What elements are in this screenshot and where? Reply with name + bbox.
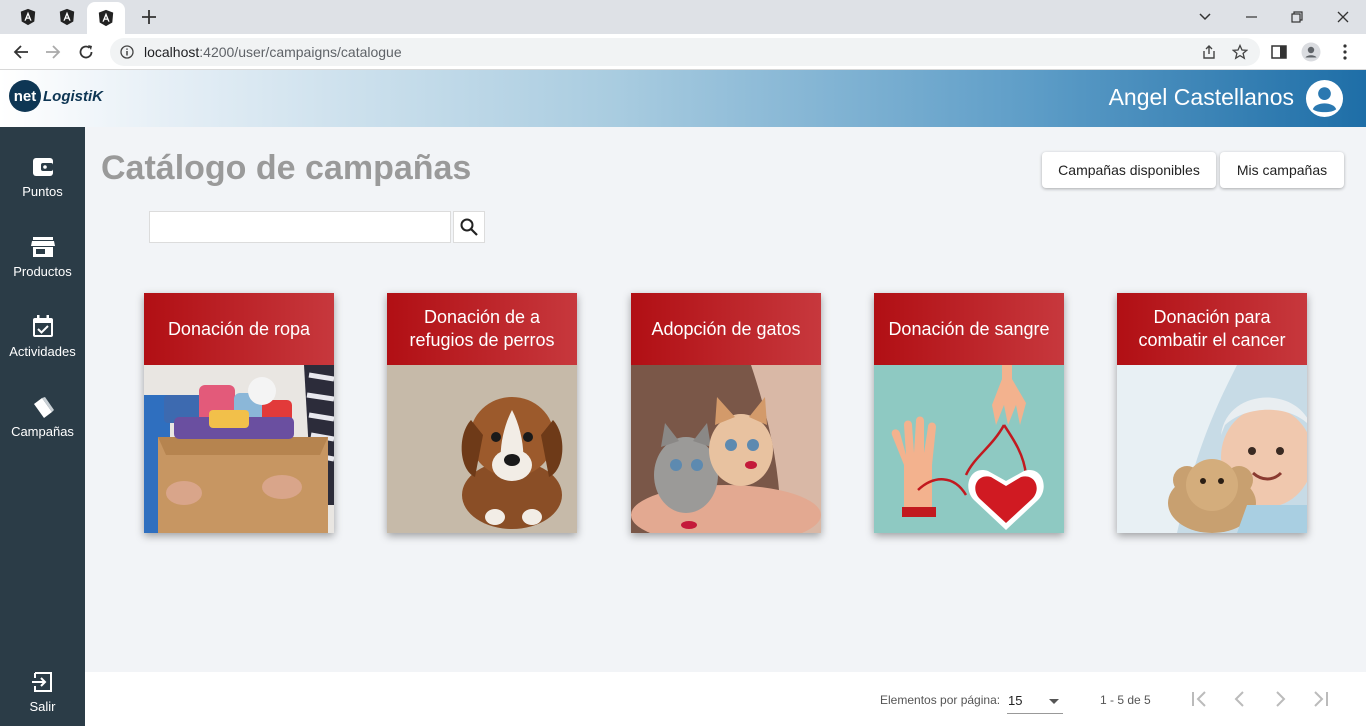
side-panel-icon — [1271, 45, 1287, 59]
chevron-left-icon — [1234, 691, 1244, 707]
plus-icon — [142, 10, 156, 24]
share-icon — [1203, 45, 1215, 59]
campaign-card-title: Donación de ropa — [144, 293, 334, 365]
previous-page-button[interactable] — [1228, 687, 1252, 711]
items-per-page-value: 15 — [1008, 693, 1023, 708]
store-icon — [30, 237, 55, 257]
url-field[interactable]: localhost:4200/user/campaigns/catalogue — [110, 38, 1260, 66]
search-icon — [460, 218, 478, 236]
more-vert-icon — [1343, 44, 1347, 60]
restore-button[interactable] — [1274, 0, 1320, 34]
user-name: Angel Castellanos — [1108, 84, 1294, 110]
logout-button[interactable]: Salir — [0, 669, 85, 726]
reload-icon — [79, 45, 93, 59]
side-panel-button[interactable] — [1268, 42, 1290, 62]
available-campaigns-button[interactable]: Campañas disponibles — [1042, 152, 1216, 188]
profile-button[interactable] — [1300, 42, 1322, 62]
puppy-image — [387, 365, 577, 533]
campaign-card[interactable]: Adopción de gatos — [631, 293, 821, 533]
arrow-left-icon — [13, 45, 28, 59]
info-icon[interactable] — [120, 45, 134, 59]
back-button[interactable] — [8, 40, 34, 64]
wallet-icon — [32, 158, 53, 176]
next-page-button[interactable] — [1268, 687, 1292, 711]
sidebar-item-actividades[interactable]: Actividades — [0, 314, 85, 374]
url-path: :4200/user/campaigns/catalogue — [199, 44, 402, 60]
browser-menu-button[interactable] — [1334, 42, 1356, 62]
sidebar: Puntos Productos Actividades Campañas Sa… — [0, 127, 85, 726]
logo-text: LogistiK — [43, 87, 103, 105]
campaign-card[interactable]: Donación de sangre — [874, 293, 1064, 533]
restore-icon — [1291, 11, 1303, 23]
new-tab-button[interactable] — [136, 4, 162, 30]
url-host: localhost — [144, 44, 200, 60]
minimize-button[interactable] — [1228, 0, 1274, 34]
campaign-card-title: Donación de sangre — [874, 293, 1064, 365]
arrow-right-icon — [46, 45, 61, 59]
app-logo[interactable]: net LogistiK — [9, 80, 103, 112]
campaign-card[interactable]: Donación de ropa — [144, 293, 334, 533]
logo-badge: net — [9, 80, 41, 112]
last-page-button[interactable] — [1308, 687, 1332, 711]
browser-tab[interactable] — [48, 0, 86, 34]
first-page-button[interactable] — [1188, 687, 1212, 711]
campaign-card-title: Adopción de gatos — [631, 293, 821, 365]
chevron-down-icon — [1199, 13, 1211, 21]
campaign-card[interactable]: Donación para combatir el cancer — [1117, 293, 1307, 533]
campaign-card[interactable]: Donación de a refugios de perros — [387, 293, 577, 533]
child-teddy-image — [1117, 365, 1307, 533]
sidebar-item-campanas[interactable]: Campañas — [0, 394, 85, 454]
browser-tab-bar — [0, 0, 1366, 34]
reload-button[interactable] — [73, 40, 99, 64]
forward-button[interactable] — [40, 40, 66, 64]
page-range-label: 1 - 5 de 5 — [1100, 693, 1151, 707]
share-button[interactable] — [1198, 42, 1220, 62]
star-icon — [1232, 44, 1248, 60]
sidebar-item-productos[interactable]: Productos — [0, 234, 85, 294]
angular-icon — [98, 9, 114, 27]
logout-icon — [31, 672, 52, 692]
sidebar-item-label: Actividades — [9, 344, 76, 359]
items-per-page-label: Elementos por página: — [880, 693, 1001, 707]
kittens-image — [631, 365, 821, 533]
tab-search-button[interactable] — [1182, 0, 1228, 34]
browser-tab[interactable] — [9, 0, 47, 34]
my-campaigns-button[interactable]: Mis campañas — [1220, 152, 1344, 188]
angular-icon — [20, 8, 36, 26]
items-per-page-select[interactable]: 15 — [1007, 690, 1063, 714]
chevron-right-icon — [1276, 691, 1286, 707]
calendar-check-icon — [32, 315, 53, 337]
blood-heart-image — [874, 365, 1064, 533]
logout-label: Salir — [29, 699, 56, 714]
close-window-button[interactable] — [1320, 0, 1366, 34]
browser-tab-active[interactable] — [87, 2, 125, 34]
campaign-card-title: Donación de a refugios de perros — [387, 293, 577, 365]
sidebar-item-label: Campañas — [11, 424, 74, 439]
page-title: Catálogo de campañas — [101, 149, 472, 187]
clothes-box-image — [144, 365, 334, 533]
angular-icon — [59, 8, 75, 26]
profile-icon — [1301, 42, 1321, 62]
bookmark-button[interactable] — [1229, 42, 1251, 62]
minimize-icon — [1245, 16, 1257, 18]
sidebar-item-label: Productos — [13, 264, 72, 279]
paginator: Elementos por página: 15 1 - 5 de 5 — [85, 672, 1366, 726]
close-icon — [1337, 11, 1349, 23]
user-account-icon[interactable] — [1305, 79, 1344, 118]
app-header: net LogistiK Angel Castellanos — [0, 70, 1366, 127]
search-input[interactable] — [149, 211, 451, 243]
campaign-card-title: Donación para combatir el cancer — [1117, 293, 1307, 365]
search-button[interactable] — [453, 211, 485, 243]
first-page-icon — [1192, 691, 1206, 707]
campaign-tag-icon — [33, 397, 54, 418]
last-page-icon — [1314, 691, 1328, 707]
dropdown-arrow-icon — [1049, 699, 1059, 704]
sidebar-item-label: Puntos — [22, 184, 63, 199]
sidebar-item-puntos[interactable]: Puntos — [0, 154, 85, 214]
address-bar: localhost:4200/user/campaigns/catalogue — [0, 34, 1366, 70]
